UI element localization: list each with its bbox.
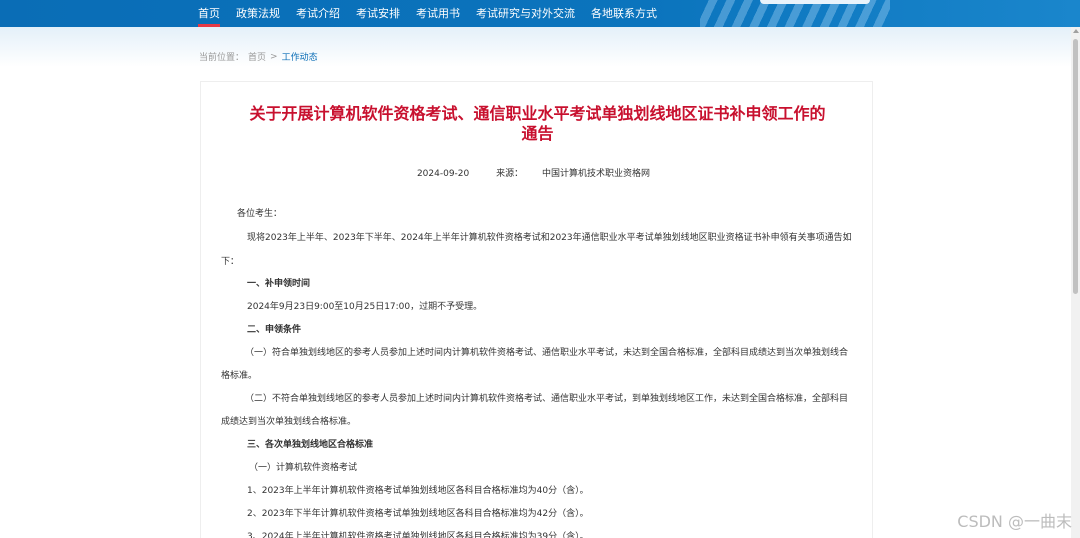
nav-item-home[interactable]: 首页 [190,0,228,27]
condition2-line-1: （二）不符合单独划线地区的参考人员参加上述时间内计算机软件资格考试、通信职业水平… [245,394,849,404]
article-title-line-2: 通告 [521,124,554,143]
condition1-line-1: （一）符合单独划线地区的参考人员参加上述时间内计算机软件资格考试、通信职业水平考… [245,348,849,358]
breadcrumb-current-link[interactable]: 工作动态 [282,50,318,63]
breadcrumb-home-link[interactable]: 首页 [248,50,266,63]
article-title: 关于开展计算机软件资格考试、通信职业水平考试单独划线地区证书补申领工作的 通告 [221,104,854,144]
section1-heading: 一、补申领时间 [247,279,311,289]
nav-item-exam-schedule[interactable]: 考试安排 [348,0,408,27]
header-band [0,27,1080,67]
nav-item-research[interactable]: 考试研究与对外交流 [468,0,583,27]
article-source-label: 来源： [496,169,524,179]
article-title-line-1: 关于开展计算机软件资格考试、通信职业水平考试单独划线地区证书补申领工作的 [249,104,826,123]
nav-item-exam-intro[interactable]: 考试介绍 [288,0,348,27]
intro-line-1: 现将2023年上半年、2023年下半年、2024年上半年计算机软件资格考试和20… [247,233,852,243]
standard-item-2: 2、2023年下半年计算机软件资格考试单独划线地区各科目合格标准均为42分（含）… [247,509,589,519]
section2-heading: 二、申领条件 [247,325,302,335]
intro-line-2: 下： [221,257,240,267]
nav-item-exam-books[interactable]: 考试用书 [408,0,468,27]
scrollbar-thumb[interactable] [1073,39,1078,294]
navbar-decoration-tab [760,0,870,4]
top-navbar: 首页 政策法规 考试介绍 考试安排 考试用书 考试研究与对外交流 各地联系方式 [0,0,1080,27]
nav-menu: 首页 政策法规 考试介绍 考试安排 考试用书 考试研究与对外交流 各地联系方式 [190,0,665,27]
scroll-up-arrow-icon[interactable] [1073,29,1079,33]
watermark: CSDN @一曲末 [957,512,1072,531]
standard-item-1: 1、2023年上半年计算机软件资格考试单独划线地区各科目合格标准均为40分（含）… [247,486,589,496]
breadcrumb-separator: > [270,51,278,62]
article-source: 中国计算机技术职业资格网 [542,169,651,179]
navbar-decoration [700,0,890,27]
section3-heading: 三、各次单独划线地区合格标准 [247,440,374,450]
article-meta: 2024-09-20 来源： 中国计算机技术职业资格网 [201,166,874,179]
greeting: 各位考生： [237,209,283,219]
section1-text: 2024年9月23日9:00至10月25日17:00，过期不予受理。 [247,302,483,312]
condition2-line-2: 成绩达到当次单独划线合格标准。 [221,417,357,427]
breadcrumb-label: 当前位置： [199,53,245,63]
subsection1-heading: （一）计算机软件资格考试 [249,463,358,473]
article-date: 2024-09-20 [416,169,470,179]
nav-item-contacts[interactable]: 各地联系方式 [583,0,665,27]
nav-item-policy[interactable]: 政策法规 [228,0,288,27]
breadcrumb: 当前位置： 首页 > 工作动态 [199,50,318,64]
condition1-line-2: 格标准。 [221,371,258,381]
article-card: 关于开展计算机软件资格考试、通信职业水平考试单独划线地区证书补申领工作的 通告 … [200,81,873,538]
standard-item-3: 3、2024年上半年计算机软件资格考试单独划线地区各科目合格标准均为39分（含）… [247,532,589,538]
page-scrollbar[interactable] [1071,27,1080,538]
